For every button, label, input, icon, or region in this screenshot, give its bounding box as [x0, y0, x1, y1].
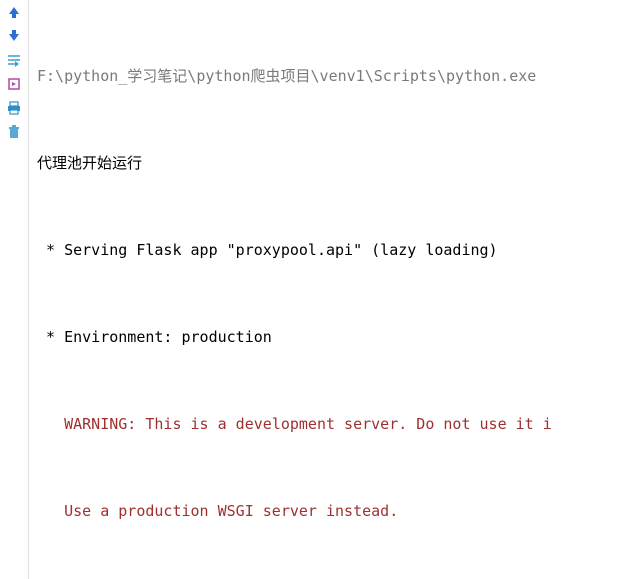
- soft-wrap-icon[interactable]: [6, 52, 22, 68]
- console-line: WARNING: This is a development server. D…: [37, 410, 637, 439]
- console-panel: F:\python_学习笔记\python爬虫项目\venv1\Scripts\…: [0, 0, 641, 579]
- console-output[interactable]: F:\python_学习笔记\python爬虫项目\venv1\Scripts\…: [29, 0, 641, 579]
- console-line: * Environment: production: [37, 323, 637, 352]
- print-icon[interactable]: [6, 100, 22, 116]
- console-line: 代理池开始运行: [37, 149, 637, 178]
- trash-icon[interactable]: [6, 124, 22, 140]
- console-line: Use a production WSGI server instead.: [37, 497, 637, 526]
- scroll-end-icon[interactable]: [6, 76, 22, 92]
- arrow-up-icon[interactable]: [6, 4, 22, 20]
- arrow-down-icon[interactable]: [6, 28, 22, 44]
- console-line: * Serving Flask app "proxypool.api" (laz…: [37, 236, 637, 265]
- interpreter-path: F:\python_学习笔记\python爬虫项目\venv1\Scripts\…: [37, 62, 637, 91]
- console-gutter: [0, 0, 29, 579]
